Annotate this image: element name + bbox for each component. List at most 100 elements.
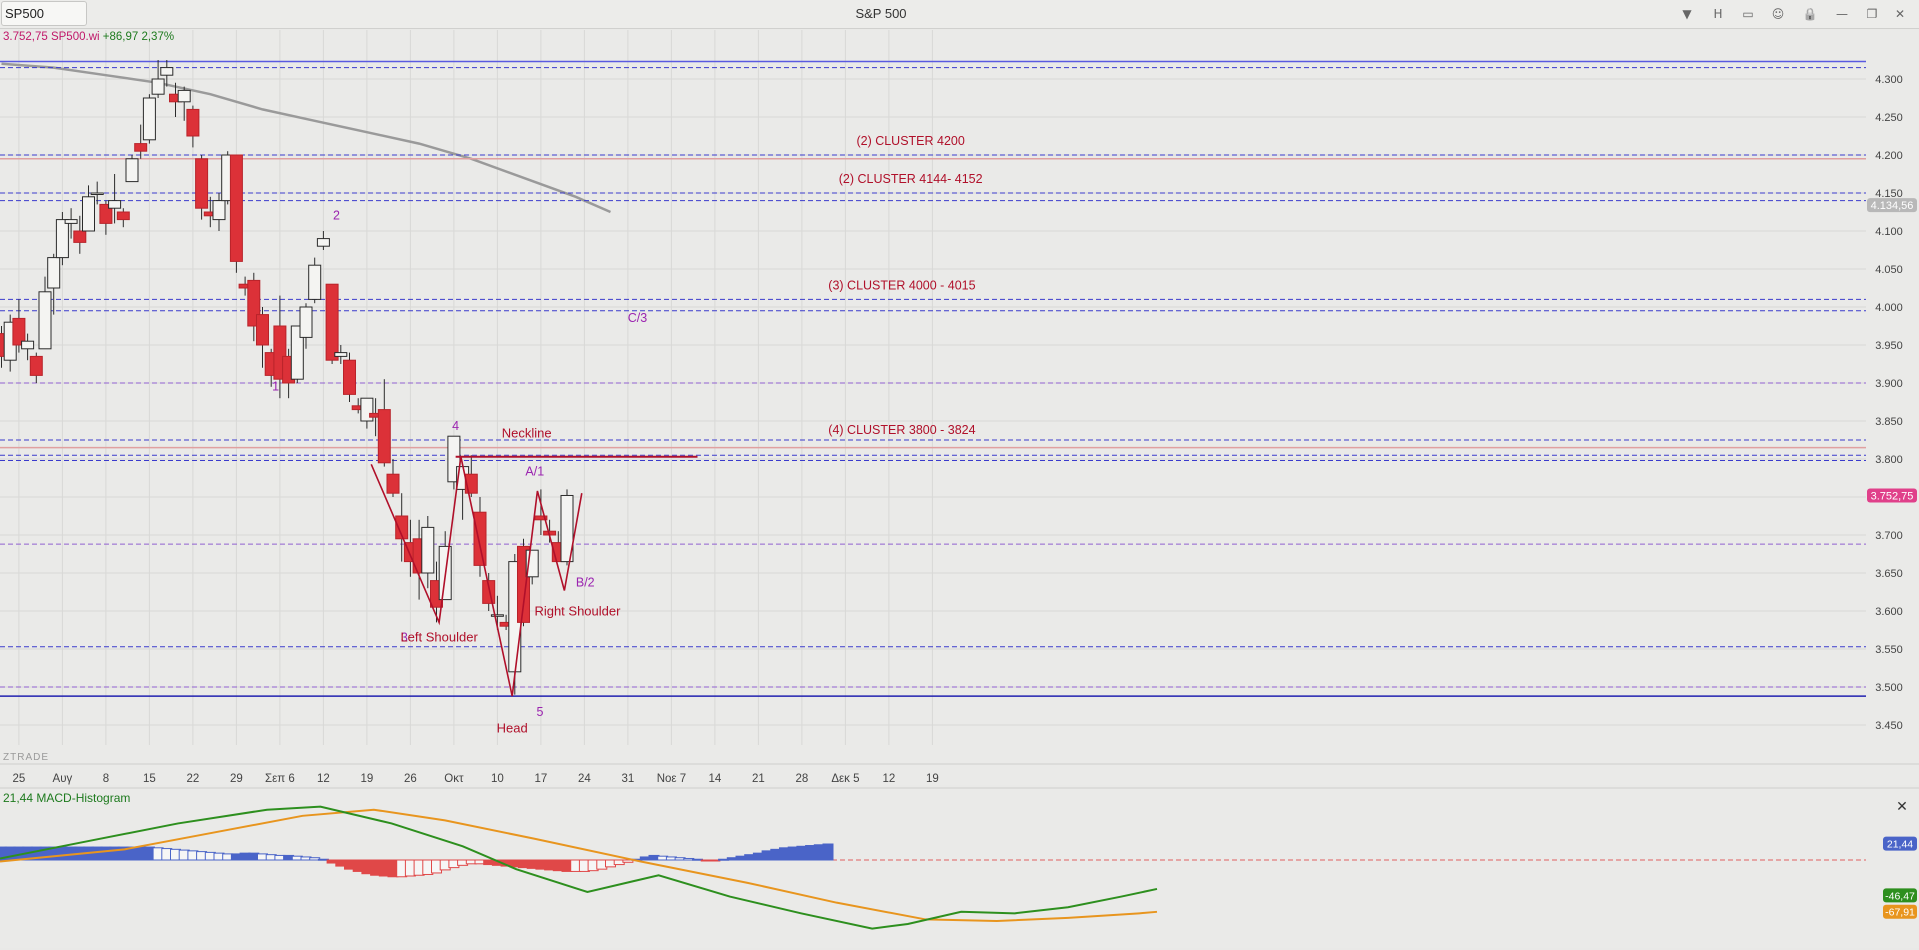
candle-body: [299, 306, 313, 338]
candle-body: [73, 230, 87, 243]
wave-label: 1: [272, 380, 279, 394]
wave-label: C/3: [628, 311, 648, 325]
candle-body: [325, 283, 339, 361]
candle-body: [421, 526, 435, 574]
candle-body: [377, 409, 391, 464]
x-tick-label: 8: [103, 773, 109, 785]
x-tick-label: 15: [143, 773, 156, 785]
neckline-label: Neckline: [502, 426, 552, 441]
candle-body: [386, 473, 400, 494]
candle-body: [142, 97, 156, 141]
quote-price: 3.752,75: [3, 31, 48, 43]
candle-body: [21, 340, 35, 350]
candle-body: [82, 196, 95, 232]
candle-body: [38, 291, 52, 350]
x-tick-label: 12: [317, 773, 330, 785]
y-tick-label: 4.100: [1875, 226, 1903, 238]
candle-body: [29, 355, 43, 376]
y-tick-label: 3.550: [1875, 644, 1903, 656]
price-tag-label: 4.134,56: [1871, 200, 1914, 212]
chart-canvas[interactable]: Neckline (2) CLUSTER 4200 (2) CLUSTER 4144…: [0, 0, 1919, 950]
candle-body: [151, 78, 165, 95]
cluster-label: (3) CLUSTER 4000 - 4015: [828, 279, 975, 293]
macd-histogram-bar: [822, 843, 834, 861]
candle-body: [490, 614, 504, 617]
candle-body: [229, 154, 243, 262]
watermark-logo: ZTRADE: [3, 752, 49, 763]
candle-body: [473, 511, 487, 566]
y-tick-label: 4.250: [1875, 112, 1903, 124]
y-tick-label: 3.700: [1875, 530, 1903, 542]
x-tick-label: 17: [535, 773, 548, 785]
x-tick-label: 31: [622, 773, 635, 785]
candle-body: [308, 264, 322, 300]
y-tick-label: 3.900: [1875, 378, 1903, 390]
y-tick-label: 3.450: [1875, 720, 1903, 732]
candle-body: [177, 89, 191, 103]
candle-body: [212, 200, 226, 221]
candle-body: [55, 219, 69, 259]
cluster-label: (2) CLUSTER 4144- 4152: [839, 172, 983, 186]
y-tick-label: 3.500: [1875, 682, 1903, 694]
x-tick-label: 19: [926, 773, 939, 785]
y-tick-label: 4.050: [1875, 264, 1903, 276]
candle-body: [108, 200, 122, 209]
y-tick-label: 3.650: [1875, 568, 1903, 580]
y-tick-label: 4.200: [1875, 150, 1903, 162]
y-tick-label: 4.300: [1875, 74, 1903, 86]
x-tick-label: Σεπ 6: [265, 773, 295, 785]
candle-body: [90, 192, 104, 195]
candle-body: [47, 257, 61, 289]
macd-tag-label: -67,91: [1885, 907, 1915, 919]
candle-body: [186, 108, 200, 137]
candle-body: [160, 67, 174, 76]
macd-title: 21,44 MACD-Histogram: [3, 791, 131, 805]
y-tick-label: 4.000: [1875, 302, 1903, 314]
x-tick-label: Οκτ: [444, 773, 464, 785]
close-indicator-icon[interactable]: ✕: [1892, 797, 1912, 817]
wave-label: B/2: [576, 576, 595, 590]
x-tick-label: 21: [752, 773, 765, 785]
macd-pane-bg: [0, 789, 1919, 948]
x-tick-label: 28: [796, 773, 809, 785]
x-tick-label: 24: [578, 773, 591, 785]
candle-body: [316, 238, 330, 247]
candle-body: [343, 359, 356, 395]
y-tick-label: 3.800: [1875, 454, 1903, 466]
y-tick-label: 3.600: [1875, 606, 1903, 618]
x-tick-label: 25: [13, 773, 26, 785]
macd-tag-label: 21,44: [1887, 839, 1913, 851]
x-tick-label: 10: [491, 773, 504, 785]
quote-change: +86,97: [102, 31, 139, 43]
x-tick-label: Αυγ: [53, 773, 73, 785]
pattern-label: Head: [497, 721, 528, 736]
x-tick-label: 22: [187, 773, 200, 785]
candle-body: [116, 211, 130, 221]
quote-readout: 3.752,75 SP500.wi +86,97 2,37%: [3, 31, 174, 43]
x-tick-label: 26: [404, 773, 417, 785]
candle-body: [256, 314, 269, 346]
y-tick-label: 3.950: [1875, 340, 1903, 352]
cluster-label: (4) CLUSTER 3800 - 3824: [828, 423, 975, 437]
cluster-label: (2) CLUSTER 4200: [856, 134, 964, 148]
candle-body: [64, 219, 78, 224]
wave-label: 2: [333, 209, 340, 223]
x-tick-label: Νοε 7: [657, 773, 686, 785]
wave-label: 5: [537, 705, 544, 719]
candle-body: [334, 352, 348, 357]
macd-tag-label: -46,47: [1885, 890, 1915, 902]
x-tick-label: Δεκ 5: [831, 773, 859, 785]
candle-body: [195, 158, 209, 209]
quote-symbol: SP500.wi: [50, 31, 100, 43]
quote-change-pct: 2,37%: [141, 31, 175, 43]
x-tick-label: 12: [883, 773, 896, 785]
wave-label: 4: [452, 419, 459, 433]
price-tag-label: 3.752,75: [1871, 490, 1914, 502]
y-tick-label: 3.850: [1875, 416, 1903, 428]
candle-body: [134, 143, 148, 152]
x-tick-label: 14: [709, 773, 722, 785]
x-tick-label: 29: [230, 773, 243, 785]
candle-body: [125, 158, 139, 183]
pattern-label: Right Shoulder: [534, 604, 621, 619]
wave-label: A/1: [525, 465, 544, 479]
